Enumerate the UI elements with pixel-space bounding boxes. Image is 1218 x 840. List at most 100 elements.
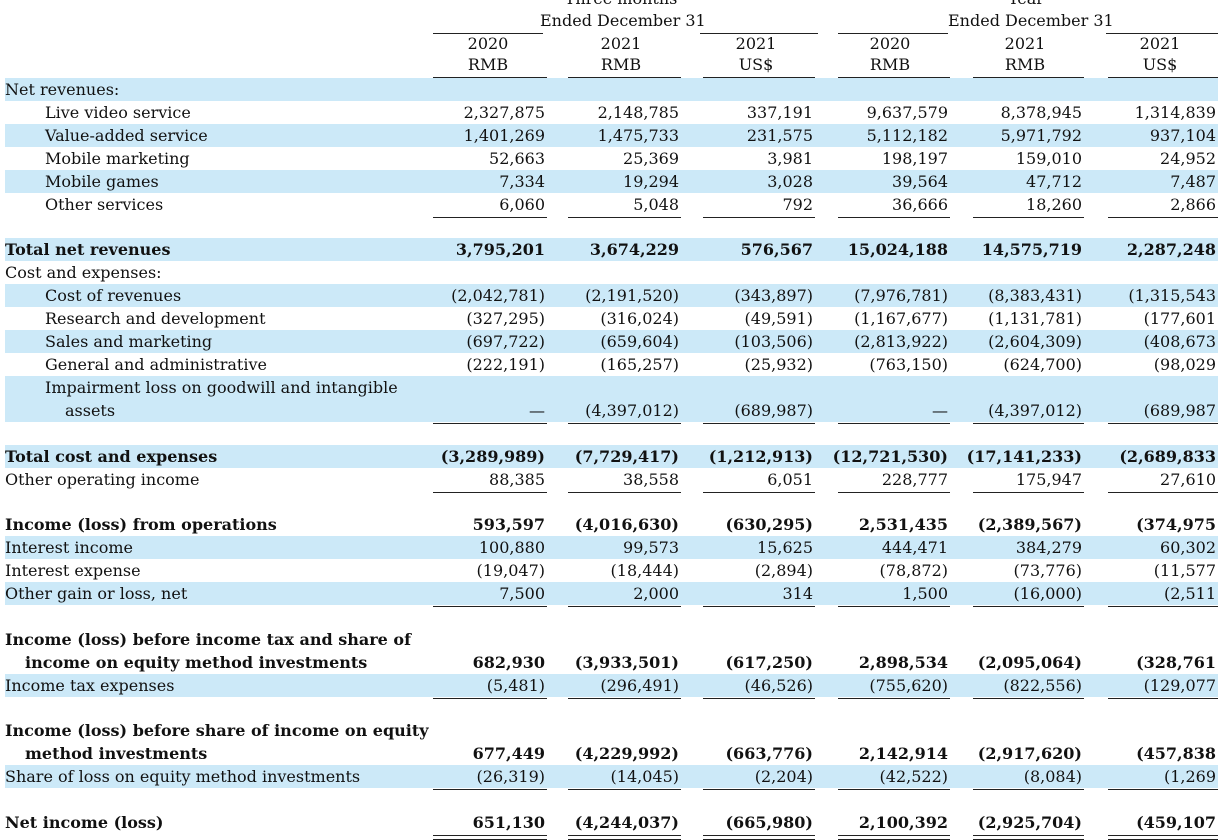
row-value-col-5: (2,511 bbox=[1163, 584, 1216, 603]
table-row: Interest expense (19,047) (18,444) (2,894) (… bbox=[5, 559, 1218, 582]
double-underline bbox=[1108, 835, 1218, 840]
row-value-col-1: (18,444) bbox=[610, 561, 679, 580]
row-value-col-0: 52,663 bbox=[489, 149, 545, 168]
row-label: Income (loss) from operations bbox=[5, 515, 277, 534]
subtotal-underline bbox=[838, 492, 950, 493]
row-value-col-0: (2,042,781) bbox=[451, 286, 545, 305]
row-value-col-1: (296,491) bbox=[600, 676, 679, 695]
subtotal-underline bbox=[433, 606, 547, 607]
row-value-col-1: 99,573 bbox=[623, 538, 679, 557]
subtotal-underline bbox=[433, 492, 547, 493]
table-row: Share of loss on equity method investmen… bbox=[5, 765, 1218, 788]
row-label-continued: method investments bbox=[25, 744, 208, 763]
subtotal-underline bbox=[973, 423, 1084, 424]
subtotal-underline bbox=[703, 606, 815, 607]
row-label: Interest expense bbox=[5, 561, 141, 580]
col-year-0: 2020 bbox=[467, 34, 509, 53]
row-value-col-2: 576,567 bbox=[740, 240, 813, 259]
table-row: Income tax expenses (5,481) (296,491) (46,5… bbox=[5, 674, 1218, 697]
row-value-col-0: — bbox=[529, 401, 545, 420]
row-value-col-3: 5,112,182 bbox=[866, 126, 948, 145]
subtotal-underline bbox=[1108, 698, 1218, 699]
row-value-col-0: (26,319) bbox=[476, 767, 545, 786]
subtotal-underline bbox=[1108, 423, 1218, 424]
subtotal-underline bbox=[703, 789, 815, 790]
col-year-5: 2021 bbox=[1139, 34, 1181, 53]
row-value-col-2: 6,051 bbox=[767, 470, 813, 489]
row-value-col-4: (2,925,704) bbox=[977, 813, 1082, 832]
row-value-col-4: (2,917,620) bbox=[977, 744, 1082, 763]
row-value-col-4: (73,776) bbox=[1013, 561, 1082, 580]
row-value-col-5: 1,314,839 bbox=[1134, 103, 1216, 122]
table-row: Cost and expenses: bbox=[5, 261, 1218, 284]
row-value-col-3: 1,500 bbox=[902, 584, 948, 603]
subtotal-underline bbox=[433, 423, 547, 424]
double-underline bbox=[433, 835, 547, 840]
row-label: Income tax expenses bbox=[5, 676, 175, 695]
row-value-col-2: 3,028 bbox=[767, 172, 813, 191]
table-row: Impairment loss on goodwill and intangib… bbox=[5, 376, 1218, 422]
row-value-col-5: (374,975 bbox=[1136, 515, 1216, 534]
subtotal-underline bbox=[433, 789, 547, 790]
row-label: Research and development bbox=[45, 309, 266, 328]
row-value-col-5: 2,287,248 bbox=[1126, 240, 1216, 259]
row-value-col-1: (14,045) bbox=[610, 767, 679, 786]
row-value-col-2: 792 bbox=[782, 195, 813, 214]
row-value-col-0: 1,401,269 bbox=[463, 126, 545, 145]
row-value-col-4: 175,947 bbox=[1015, 470, 1082, 489]
row-value-col-3: 9,637,579 bbox=[866, 103, 948, 122]
subtotal-underline bbox=[1108, 789, 1218, 790]
table-row: Total cost and expenses (3,289,989) (7,729… bbox=[5, 445, 1218, 468]
row-value-col-2: (663,776) bbox=[725, 744, 813, 763]
row-value-col-1: 2,148,785 bbox=[597, 103, 679, 122]
row-value-col-0: 682,930 bbox=[472, 653, 545, 672]
row-value-col-3: 39,564 bbox=[892, 172, 948, 191]
table-row: Net revenues: bbox=[5, 78, 1218, 101]
row-value-col-5: 937,104 bbox=[1149, 126, 1216, 145]
row-value-col-2: 15,625 bbox=[757, 538, 813, 557]
row-value-col-4: (624,700) bbox=[1003, 355, 1082, 374]
row-label: General and administrative bbox=[45, 355, 267, 374]
row-value-col-1: 19,294 bbox=[623, 172, 679, 191]
row-value-col-5: (1,269 bbox=[1163, 767, 1216, 786]
col-year-2: 2021 bbox=[735, 34, 777, 53]
row-value-col-1: 2,000 bbox=[633, 584, 679, 603]
row-value-col-1: (3,933,501) bbox=[574, 653, 679, 672]
row-value-col-4: (2,095,064) bbox=[977, 653, 1082, 672]
row-value-col-1: 25,369 bbox=[623, 149, 679, 168]
row-value-col-3: (755,620) bbox=[869, 676, 948, 695]
row-value-col-0: 2,327,875 bbox=[463, 103, 545, 122]
subtotal-underline bbox=[433, 698, 547, 699]
table-row: Total net revenues 3,795,201 3,674,229 576,… bbox=[5, 238, 1218, 261]
row-value-col-3: 2,898,534 bbox=[858, 653, 948, 672]
subtotal-underline bbox=[1108, 492, 1218, 493]
row-label: Net revenues: bbox=[5, 80, 120, 99]
group1-title: Ended December 31 bbox=[540, 11, 706, 30]
row-value-col-4: (17,141,233) bbox=[966, 447, 1082, 466]
row-value-col-0: 100,880 bbox=[478, 538, 545, 557]
row-value-col-5: (459,107 bbox=[1136, 813, 1216, 832]
row-value-col-2: (25,932) bbox=[744, 355, 813, 374]
row-label: Mobile games bbox=[45, 172, 159, 191]
col-currency-0: RMB bbox=[467, 55, 509, 74]
row-label: Impairment loss on goodwill and intangib… bbox=[45, 378, 398, 397]
table-row: Other operating income 88,385 38,558 6,051 2… bbox=[5, 468, 1218, 491]
subtotal-underline bbox=[703, 423, 815, 424]
col-year-3: 2020 bbox=[869, 34, 911, 53]
row-value-col-1: (7,729,417) bbox=[574, 447, 679, 466]
row-label: Sales and marketing bbox=[45, 332, 213, 351]
subtotal-underline bbox=[838, 606, 950, 607]
subtotal-underline bbox=[838, 423, 950, 424]
row-value-col-2: (343,897) bbox=[734, 286, 813, 305]
row-value-col-5: (328,761 bbox=[1136, 653, 1216, 672]
col-currency-1: RMB bbox=[600, 55, 642, 74]
row-value-col-0: (327,295) bbox=[466, 309, 545, 328]
col-currency-2: US$ bbox=[738, 55, 774, 74]
row-value-col-1: (4,016,630) bbox=[574, 515, 679, 534]
row-label: Live video service bbox=[45, 103, 191, 122]
row-value-col-2: (617,250) bbox=[725, 653, 813, 672]
row-value-col-5: (11,577 bbox=[1153, 561, 1216, 580]
row-value-col-4: (2,389,567) bbox=[977, 515, 1082, 534]
row-value-col-3: 36,666 bbox=[892, 195, 948, 214]
subtotal-underline bbox=[568, 423, 681, 424]
